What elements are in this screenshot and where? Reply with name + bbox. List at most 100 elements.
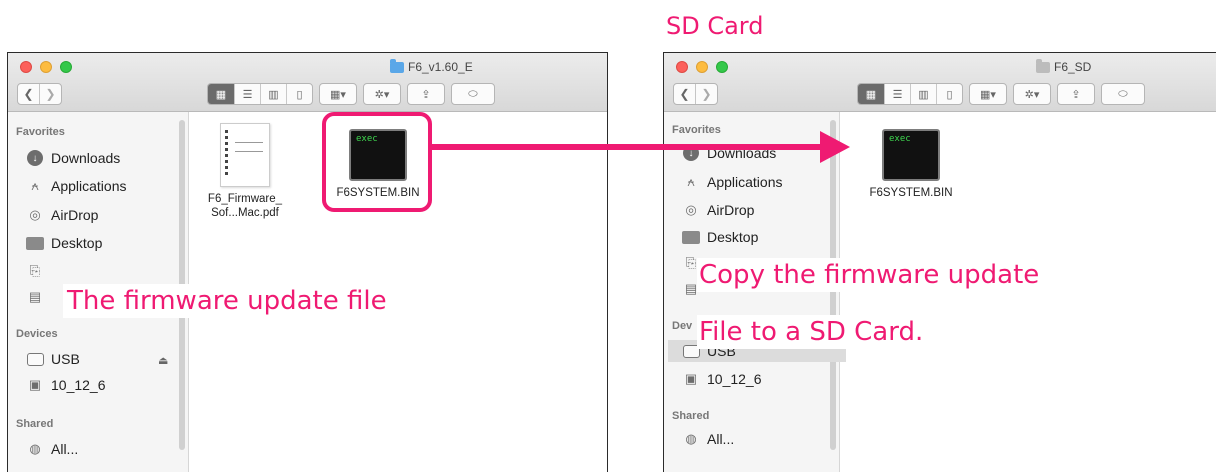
sidebar-item-label: AirDrop [51,207,99,223]
titlebar: F6_v1.60_E ❮ ❯ ▦ ☰ ▥ ▯ ▦▾ ✲▾ ⇪ ⬭ [8,53,607,112]
network-icon: ◍ [685,431,697,446]
sidebar-header-favorites: Favorites [16,126,65,138]
finder-window-left: F6_v1.60_E ❮ ❯ ▦ ☰ ▥ ▯ ▦▾ ✲▾ ⇪ ⬭ Favorit… [7,52,608,472]
applications-icon: ⍲ [31,178,39,193]
highlight-box [322,112,432,212]
window-title-text: F6_SD [1054,60,1092,74]
sidebar-item-downloads[interactable]: ↓ Downloads [26,149,120,167]
window-title: F6_SD [1036,58,1091,76]
gallery-view-button[interactable]: ▯ [936,84,962,104]
sidebar-item-all[interactable]: ◍ All... [26,440,78,458]
folder-icon [390,58,404,73]
sidebar-item-airdrop[interactable]: ◎ AirDrop [682,201,754,219]
share-button[interactable]: ⇪ [408,84,444,104]
sidebar-item-label: AirDrop [707,202,755,218]
minimize-button[interactable] [40,61,52,73]
column-view-button[interactable]: ▥ [260,84,286,104]
sidebar-item-label: All... [707,431,735,447]
arrange-button[interactable]: ▦▾ [970,84,1006,104]
list-view-button[interactable]: ☰ [234,84,260,104]
back-forward-group: ❮ ❯ [673,83,718,105]
sidebar-item-desktop[interactable]: Desktop [26,234,102,252]
exec-icon-text: exec [889,134,911,144]
sidebar-item-label: Applications [707,174,783,190]
action-gear-button[interactable]: ✲▾ [1014,84,1050,104]
sidebar-header-favorites: Favorites [672,124,721,136]
copy-arrow-line [429,144,821,150]
drive-folder-icon [1036,58,1050,73]
file-label: F6_Firmware_ Sof...Mac.pdf [207,193,283,219]
icon-view-button[interactable]: ▦ [858,84,884,104]
back-forward-group: ❮ ❯ [17,83,62,105]
sidebar-item-airdrop[interactable]: ◎ AirDrop [26,206,98,224]
sidebar-item-applications[interactable]: ⍲ Applications [682,173,783,191]
zoom-button[interactable] [60,61,72,73]
toolbar: ▦ ☰ ▥ ▯ ▦▾ ✲▾ ⇪ ⬭ [857,83,1145,105]
action-gear-button[interactable]: ✲▾ [364,84,400,104]
forward-button[interactable]: ❯ [695,84,717,104]
list-view-button[interactable]: ☰ [884,84,910,104]
arrange-button[interactable]: ▦▾ [320,84,356,104]
downloads-icon: ↓ [27,150,43,166]
view-mode-group: ▦ ☰ ▥ ▯ [207,83,313,105]
close-button[interactable] [676,61,688,73]
view-mode-group: ▦ ☰ ▥ ▯ [857,83,963,105]
sidebar-header-shared: Shared [672,410,710,422]
tags-button[interactable]: ⬭ [452,84,494,104]
sidebar-item-desktop[interactable]: Desktop [682,228,758,246]
eject-icon[interactable]: ⏏ [158,354,168,367]
file-label: F6SYSTEM.BIN [869,187,953,199]
sidebar-header-devices: Devices [16,328,58,340]
gallery-view-button[interactable]: ▯ [286,84,312,104]
airdrop-icon: ◎ [29,207,41,222]
sidebar-item-applications[interactable]: ⍲ Applications [26,177,127,195]
applications-icon: ⍲ [687,174,695,189]
column-view-button[interactable]: ▥ [910,84,936,104]
sidebar-item-drive[interactable]: ▤ [26,288,44,306]
exec-icon: exec [882,129,940,181]
right-caption-line1: Copy the firmware update [697,258,1042,292]
file-item-f6system-bin[interactable]: exec F6SYSTEM.BIN [859,129,963,200]
window-controls [20,61,72,73]
sidebar-item-documents[interactable]: ⎘ [26,262,44,280]
file-item-pdf[interactable]: F6_Firmware_ Sof...Mac.pdf [205,123,285,220]
forward-button[interactable]: ❯ [39,84,61,104]
sidebar-item-label: 10_12_6 [707,371,762,387]
sidebar-item-label: Downloads [51,150,121,166]
icon-view-button[interactable]: ▦ [208,84,234,104]
sidebar-header-shared: Shared [16,418,54,430]
sidebar-item-10-12-6[interactable]: ▣ 10_12_6 [682,370,762,388]
sidebar-item-label: USB [51,351,80,367]
pdf-document-icon [220,123,270,187]
zoom-button[interactable] [716,61,728,73]
sidebar-item-label: All... [51,441,79,457]
sidebar-item-10-12-6[interactable]: ▣ 10_12_6 [26,376,106,394]
sidebar-item-usb[interactable]: USB [26,350,80,368]
drive-icon: ▤ [28,289,42,304]
documents-icon: ⎘ [29,263,41,278]
window-title-text: F6_v1.60_E [408,60,473,74]
right-caption-line2: File to a SD Card. [697,315,926,349]
usb-drive-icon [26,352,44,366]
back-button[interactable]: ❮ [18,84,39,104]
window-title: F6_v1.60_E [390,58,473,76]
disk-image-icon: ▣ [28,377,42,392]
tags-button[interactable]: ⬭ [1102,84,1144,104]
airdrop-icon: ◎ [685,202,697,217]
desktop-icon [26,236,44,250]
close-button[interactable] [20,61,32,73]
sidebar: Favorites ↓ Downloads ⍲ Applications ◎ A… [664,112,846,472]
sidebar-item-all[interactable]: ◍ All... [682,430,734,448]
toolbar: ▦ ☰ ▥ ▯ ▦▾ ✲▾ ⇪ ⬭ [207,83,495,105]
sidebar-header-devices: Dev [672,320,693,332]
left-caption: The firmware update file [63,284,391,318]
minimize-button[interactable] [696,61,708,73]
sidebar-item-label: Applications [51,178,127,194]
back-button[interactable]: ❮ [674,84,695,104]
titlebar: F6_SD ❮ ❯ ▦ ☰ ▥ ▯ ▦▾ ✲▾ ⇪ ⬭ [664,53,1216,112]
desktop-icon [682,230,700,244]
copy-arrow-head [820,131,850,163]
sidebar-item-label: Desktop [707,229,759,245]
sidebar-item-label: Desktop [51,235,103,251]
share-button[interactable]: ⇪ [1058,84,1094,104]
